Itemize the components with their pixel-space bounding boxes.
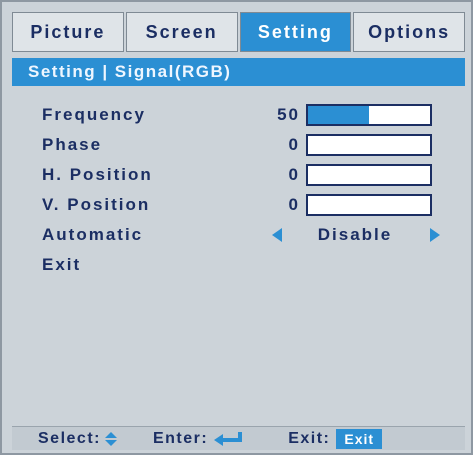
h-position-value: 0	[288, 165, 300, 184]
tab-setting[interactable]: Setting	[239, 12, 352, 52]
automatic-label: Automatic	[42, 225, 144, 244]
frequency-slider[interactable]	[306, 104, 432, 126]
frequency-value: 50	[277, 105, 300, 124]
automatic-value: Disable	[317, 225, 393, 244]
tab-screen[interactable]: Screen	[125, 12, 238, 52]
v-position-row[interactable]: V. Position 0	[42, 192, 462, 218]
footer-hints: Select: Enter: Exit: Exit	[12, 426, 465, 450]
enter-hint: Enter:	[153, 430, 244, 448]
frequency-label: Frequency	[42, 105, 146, 124]
frequency-slider-fill	[308, 106, 369, 124]
enter-hint-label: Enter:	[152, 429, 209, 447]
h-position-label: H. Position	[42, 165, 153, 184]
frequency-row[interactable]: Frequency 50	[42, 102, 462, 128]
osd-menu: Picture Screen Setting Options Setting |…	[0, 0, 473, 455]
settings-panel: Frequency 50 Phase 0 H. Position 0 V. Po…	[12, 90, 465, 422]
select-hint-label: Select:	[38, 429, 101, 447]
h-position-row[interactable]: H. Position 0	[42, 162, 462, 188]
tab-options[interactable]: Options	[353, 12, 465, 52]
tab-bar: Picture Screen Setting Options	[12, 12, 465, 52]
v-position-value: 0	[288, 195, 300, 214]
arrow-right-icon[interactable]	[430, 228, 440, 242]
phase-slider[interactable]	[306, 134, 432, 156]
exit-label: Exit	[42, 255, 82, 274]
phase-label: Phase	[42, 135, 103, 154]
up-down-arrows-icon	[104, 431, 117, 446]
tab-picture[interactable]: Picture	[12, 12, 124, 52]
submenu-title: Setting | Signal(RGB)	[12, 58, 465, 86]
automatic-row[interactable]: Automatic Disable	[42, 222, 462, 248]
h-position-slider[interactable]	[306, 164, 432, 186]
v-position-slider[interactable]	[306, 194, 432, 216]
phase-row[interactable]: Phase 0	[42, 132, 462, 158]
v-position-label: V. Position	[42, 195, 151, 214]
select-hint: Select:	[38, 430, 117, 448]
arrow-left-icon[interactable]	[272, 228, 282, 242]
exit-badge[interactable]: Exit	[336, 428, 383, 449]
exit-row[interactable]: Exit	[42, 252, 462, 278]
exit-hint-label: Exit:	[288, 429, 331, 447]
phase-value: 0	[288, 135, 300, 154]
enter-icon	[214, 431, 243, 446]
exit-hint: Exit: Exit	[288, 428, 383, 449]
